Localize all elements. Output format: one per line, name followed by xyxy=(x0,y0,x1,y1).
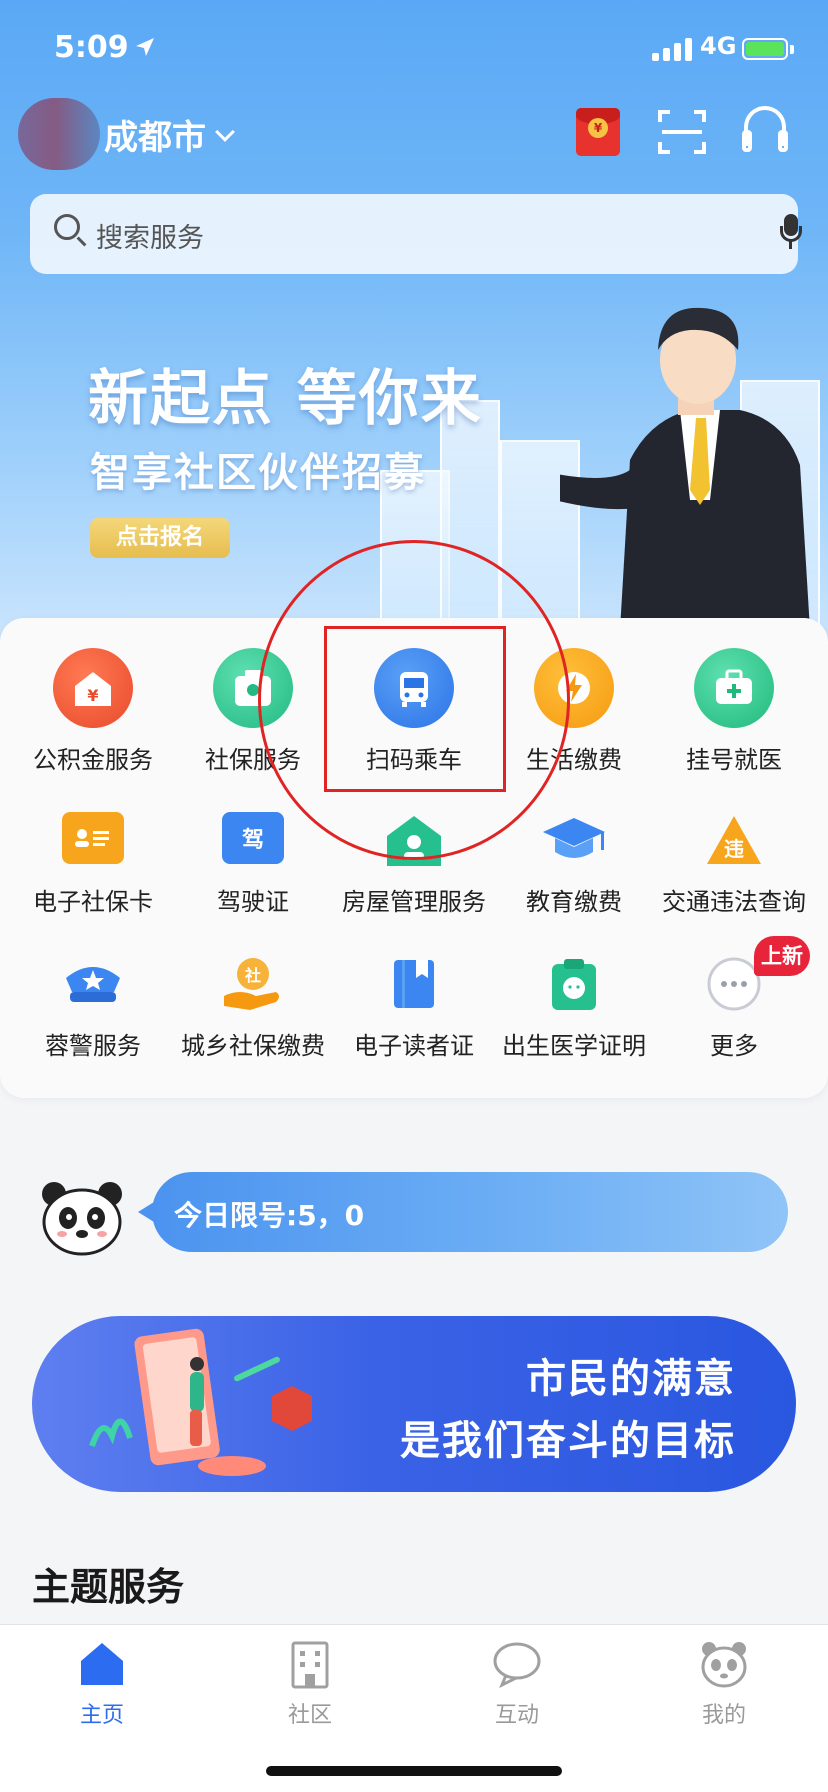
slogan-banner[interactable]: 市民的满意 是我们奋斗的目标 xyxy=(32,1316,796,1492)
graduation-cap-icon xyxy=(541,812,607,868)
avatar[interactable] xyxy=(18,98,100,170)
annotation-rectangle xyxy=(324,626,506,792)
scan-icon[interactable] xyxy=(658,110,706,154)
service-label: 更多 xyxy=(710,1032,758,1060)
panda-face-icon xyxy=(699,1639,749,1689)
housing-fund-icon: ¥ xyxy=(53,648,133,728)
id-card-icon xyxy=(62,812,124,864)
service-label: 驾驶证 xyxy=(217,888,289,916)
slogan-line-1: 市民的满意 xyxy=(526,1356,736,1402)
status-time: 5:09 xyxy=(54,30,129,65)
search-bar[interactable]: 搜索服务 xyxy=(30,194,802,274)
banner-title: 新起点 等你来 xyxy=(88,364,483,434)
tab-label: 主页 xyxy=(79,1703,124,1728)
clipboard-baby-icon xyxy=(548,956,600,1012)
service-hospital-registration[interactable]: 挂号就医 xyxy=(654,648,814,774)
warning-icon: 违 xyxy=(703,812,765,868)
service-education-payment[interactable]: 教育缴费 xyxy=(494,812,654,916)
service-driver-license[interactable]: 驾 驾驶证 xyxy=(173,812,333,916)
svg-text:社: 社 xyxy=(244,966,261,985)
service-e-reader-card[interactable]: 电子读者证 xyxy=(334,956,494,1060)
book-icon xyxy=(388,956,440,1012)
red-packet-coin: ¥ xyxy=(588,118,608,138)
service-label: 蓉警服务 xyxy=(45,1032,141,1060)
section-title-theme-services: 主题服务 xyxy=(32,1565,185,1609)
phone-illustration xyxy=(89,1328,312,1476)
service-police[interactable]: 蓉警服务 xyxy=(13,956,173,1060)
network-label: 4G xyxy=(700,32,737,60)
slogan-line-2: 是我们奋斗的目标 xyxy=(400,1418,736,1464)
city-label: 成都市 xyxy=(104,118,206,158)
search-input[interactable]: 搜索服务 xyxy=(96,216,204,255)
chevron-down-icon xyxy=(215,121,235,142)
battery-tip xyxy=(790,45,794,54)
tab-label: 我的 xyxy=(701,1703,746,1728)
hand-coin-icon: 社 xyxy=(220,956,286,1012)
service-label: 出生医学证明 xyxy=(502,1032,646,1060)
businessman-illustration xyxy=(560,307,810,630)
service-label: 公积金服务 xyxy=(33,746,153,774)
tab-label: 社区 xyxy=(287,1703,332,1728)
tab-interact[interactable]: 互动 xyxy=(457,1639,577,1729)
plate-restriction-banner[interactable]: 今日限号:5，0 xyxy=(138,1172,788,1252)
service-birth-certificate[interactable]: 出生医学证明 xyxy=(494,956,654,1060)
svg-text:违: 违 xyxy=(724,837,744,861)
service-e-social-card[interactable]: 电子社保卡 xyxy=(13,812,173,916)
police-cap-icon xyxy=(60,956,126,1012)
driver-license-icon: 驾 xyxy=(222,812,284,864)
red-packet-icon[interactable]: ¥ xyxy=(576,108,620,156)
tab-mine[interactable]: 我的 xyxy=(664,1639,784,1729)
plate-restriction-text: 今日限号:5，0 xyxy=(174,1199,365,1232)
home-icon xyxy=(77,1639,127,1689)
panda-icon xyxy=(42,1182,122,1256)
signal-icon xyxy=(652,38,692,61)
service-label: 挂号就医 xyxy=(686,746,782,774)
battery-icon xyxy=(742,38,788,60)
chat-bubble-icon xyxy=(492,1639,542,1689)
service-housing-fund[interactable]: ¥ 公积金服务 xyxy=(13,648,173,774)
building-icon xyxy=(285,1639,335,1689)
microphone-icon[interactable] xyxy=(778,214,804,252)
tab-home[interactable]: 主页 xyxy=(42,1639,162,1729)
home-indicator xyxy=(266,1766,562,1776)
city-selector[interactable]: 成都市 xyxy=(104,110,235,159)
search-icon xyxy=(54,214,87,247)
service-label: 教育缴费 xyxy=(526,888,622,916)
service-traffic-violation[interactable]: 违 交通违法查询 xyxy=(654,812,814,916)
headset-icon[interactable] xyxy=(742,106,788,156)
status-bar: 5:09 4G xyxy=(0,0,828,100)
medical-kit-icon xyxy=(694,648,774,728)
new-badge: 上新 xyxy=(754,936,810,976)
service-label: 交通违法查询 xyxy=(662,888,806,916)
service-label: 电子社保卡 xyxy=(33,888,153,916)
signup-button[interactable]: 点击报名 xyxy=(90,518,230,558)
svg-text:¥: ¥ xyxy=(87,686,98,705)
service-label: 电子读者证 xyxy=(354,1032,474,1060)
service-rural-social-payment[interactable]: 社 城乡社保缴费 xyxy=(173,956,333,1060)
service-label: 房屋管理服务 xyxy=(342,888,486,916)
location-arrow-icon xyxy=(136,38,154,56)
banner-subtitle: 智享社区伙伴招募 xyxy=(90,450,426,496)
tab-community[interactable]: 社区 xyxy=(250,1639,370,1729)
tab-label: 互动 xyxy=(494,1703,539,1728)
service-label: 城乡社保缴费 xyxy=(181,1032,325,1060)
